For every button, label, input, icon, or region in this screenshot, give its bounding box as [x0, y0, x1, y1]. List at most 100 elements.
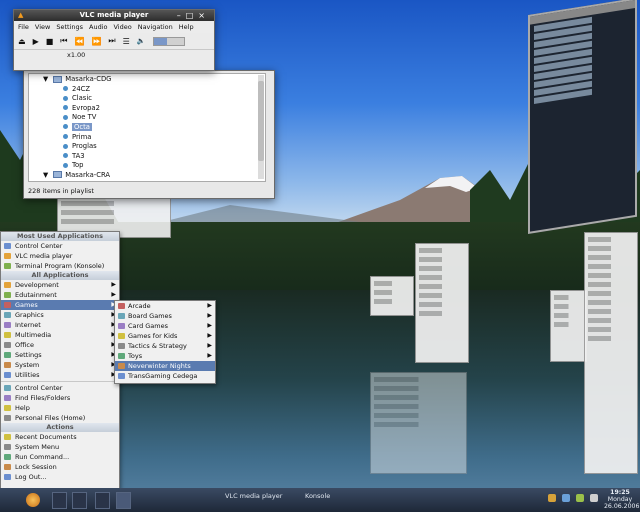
category-graphics[interactable]: Graphics▶ — [1, 310, 119, 320]
tray-icon[interactable] — [590, 494, 598, 502]
forward-icon[interactable]: ⏩ — [91, 37, 101, 46]
tray-icon[interactable] — [562, 494, 570, 502]
playlist-item-evropa2[interactable]: Evropa2 — [29, 104, 265, 114]
category-office[interactable]: Office▶ — [1, 340, 119, 350]
menu-navigation[interactable]: Navigation — [138, 22, 173, 32]
games-item-toys[interactable]: Toys ▶ — [115, 351, 215, 361]
category-utilities[interactable]: Utilities▶ — [1, 370, 119, 380]
scrollbar-thumb[interactable] — [258, 81, 264, 161]
playlist-item-noe-tv[interactable]: Noe TV — [29, 113, 265, 123]
stop-icon[interactable]: ■ — [46, 37, 54, 46]
multimedia-icon — [4, 332, 11, 338]
toys-icon — [118, 353, 125, 359]
eject-icon[interactable]: ⏏ — [18, 37, 26, 46]
action-lock-session[interactable]: Lock Session — [1, 462, 119, 472]
playlist-item-proglas[interactable]: Proglas — [29, 142, 265, 152]
category-edutainment[interactable]: Edutainment ▶ — [1, 290, 119, 300]
category-multimedia[interactable]: Multimedia▶ — [1, 330, 119, 340]
menu-view[interactable]: View — [35, 22, 50, 32]
konsole-window-3d[interactable] — [528, 0, 637, 234]
ghost-line — [419, 275, 465, 280]
previous-icon[interactable]: ⏮ — [60, 36, 67, 46]
ghost-line — [419, 302, 465, 307]
most-used-vlc-media-player[interactable]: VLC media player — [1, 251, 119, 261]
menu-item-label: Card Games — [128, 322, 169, 330]
action-recent-documents[interactable]: Recent Documents — [1, 432, 119, 442]
pager-desktop-2[interactable] — [72, 492, 87, 509]
playlist-tree[interactable]: ▼ Masarka-CDG 24CZ Clasic Evropa2 Noe TV Octa P… — [28, 73, 266, 182]
playlist-item-24cz[interactable]: 24CZ — [29, 85, 265, 95]
menu-item-find-files-folders[interactable]: Find Files/Folders — [1, 393, 119, 403]
tray-icon[interactable] — [548, 494, 556, 502]
menu-item-personal-files-home[interactable]: Personal Files (Home) — [1, 413, 119, 423]
kde-menu-button-icon[interactable] — [26, 493, 40, 507]
playlist-scrollbar[interactable] — [258, 75, 264, 179]
playlist-item-octa[interactable]: Octa — [29, 122, 265, 133]
menu-item-help[interactable]: Help — [1, 403, 119, 413]
vlc-main-window[interactable]: ▲ VLC media player –□× File View Setting… — [13, 9, 215, 71]
desktop-cube-window[interactable] — [415, 243, 469, 363]
category-development[interactable]: Development ▶ — [1, 280, 119, 290]
games-item-neverwinter-nights[interactable]: Neverwinter Nights — [115, 361, 215, 371]
play-icon[interactable]: ▶ — [33, 37, 39, 46]
menu-file[interactable]: File — [18, 22, 29, 32]
category-settings[interactable]: Settings▶ — [1, 350, 119, 360]
tray-icon[interactable] — [576, 494, 584, 502]
action-system-menu[interactable]: System Menu — [1, 442, 119, 452]
playlist-item-ta3[interactable]: TA3 — [29, 152, 265, 162]
kde-application-menu[interactable]: Most Used Applications Control Center VLC… — [0, 231, 120, 489]
playlist-item-masarka-cdg[interactable]: ▼ Masarka-CDG — [29, 75, 265, 85]
ghost-line — [588, 237, 634, 242]
tree-expand-icon[interactable]: ▼ — [43, 171, 48, 179]
playlist-item-label: Prima — [72, 132, 92, 141]
menu-item-control-center[interactable]: Control Center — [1, 383, 119, 393]
pager-desktop-1[interactable] — [52, 492, 67, 509]
volume-icon[interactable]: 🔈 — [137, 37, 146, 45]
games-item-tactics-strategy[interactable]: Tactics & Strategy ▶ — [115, 341, 215, 351]
taskbar-task-1[interactable] — [140, 492, 220, 508]
vlc-playlist-window[interactable]: ▼ Masarka-CDG 24CZ Clasic Evropa2 Noe TV Octa P… — [23, 70, 275, 199]
most-used-terminal-program-konsole[interactable]: Terminal Program (Konsole) — [1, 261, 119, 271]
action-run-command[interactable]: Run Command... — [1, 452, 119, 462]
menu-settings[interactable]: Settings — [56, 22, 83, 32]
games-item-board-games[interactable]: Board Games ▶ — [115, 311, 215, 321]
volume-slider[interactable] — [152, 36, 185, 46]
category-internet[interactable]: Internet▶ — [1, 320, 119, 330]
maximize-icon[interactable]: □ — [186, 11, 199, 20]
playlist-icon[interactable]: ☰ — [123, 37, 130, 46]
minimize-icon[interactable]: – — [177, 11, 186, 20]
pager-desktop-4[interactable] — [116, 492, 131, 509]
pager-desktop-3[interactable] — [95, 492, 110, 509]
desktop-cube-window[interactable] — [370, 276, 414, 316]
playlist-item-prima[interactable]: Prima — [29, 133, 265, 143]
most-used-control-center[interactable]: Control Center — [1, 241, 119, 251]
desktop-cube-window[interactable] — [550, 290, 587, 362]
menu-audio[interactable]: Audio — [89, 22, 107, 32]
taskbar-task-konsole[interactable]: Konsole — [305, 492, 365, 508]
taskbar-task-5[interactable] — [460, 492, 530, 508]
playlist-item-masarka-cra[interactable]: ▼ Masarka-CRA — [29, 171, 265, 181]
menu-video[interactable]: Video — [113, 22, 131, 32]
action-log-out[interactable]: Log Out... — [1, 472, 119, 482]
playlist-item-top[interactable]: Top — [29, 161, 265, 171]
next-icon[interactable]: ⏭ — [108, 36, 115, 46]
category-system[interactable]: System▶ — [1, 360, 119, 370]
taskbar-task-vlc[interactable]: VLC media player — [225, 492, 295, 508]
taskbar-task-4[interactable] — [378, 492, 453, 508]
ghost-line — [61, 219, 167, 224]
rewind-icon[interactable]: ⏪ — [74, 37, 84, 46]
games-item-games-for-kids[interactable]: Games for Kids ▶ — [115, 331, 215, 341]
ghost-line — [61, 201, 167, 206]
taskbar-clock[interactable]: 19:25 Monday 26.06.2006 — [604, 489, 639, 510]
games-item-card-games[interactable]: Card Games ▶ — [115, 321, 215, 331]
desktop-cube-window[interactable] — [584, 232, 638, 474]
games-submenu[interactable]: Arcade ▶ Board Games ▶ Card Games ▶ Games for … — [114, 300, 216, 384]
games-item-arcade[interactable]: Arcade ▶ — [115, 301, 215, 311]
games-item-transgaming-cedega[interactable]: TransGaming Cedega — [115, 371, 215, 381]
menu-help[interactable]: Help — [179, 22, 194, 32]
category-games[interactable]: Games▶ — [1, 300, 119, 310]
tree-expand-icon[interactable]: ▼ — [43, 75, 48, 83]
playlist-item-clasic[interactable]: Clasic — [29, 94, 265, 104]
close-icon[interactable]: × — [198, 11, 210, 20]
vlc-titlebar[interactable]: ▲ VLC media player –□× — [14, 10, 214, 21]
